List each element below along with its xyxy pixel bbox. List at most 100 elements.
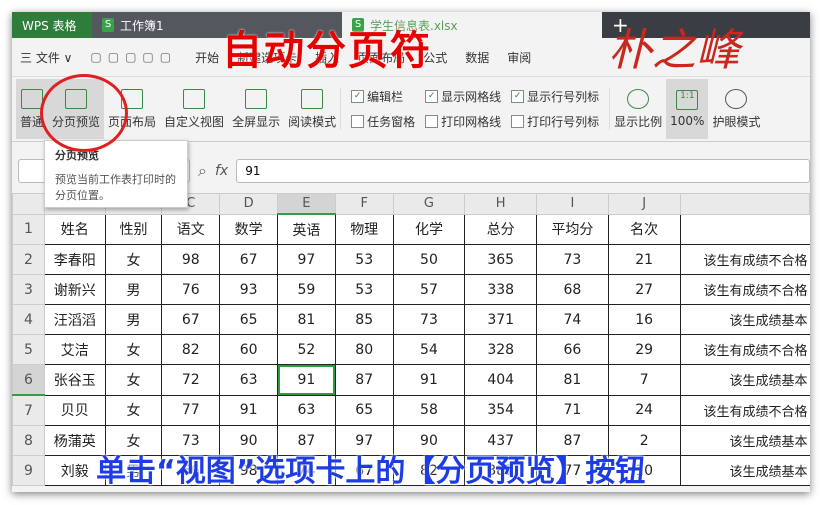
cell[interactable]: 63 <box>219 364 278 396</box>
cell[interactable]: 27 <box>607 274 681 305</box>
zoom-ratio-button[interactable]: 显示比例 <box>610 79 666 139</box>
cell[interactable]: 该生有成绩不合格 <box>679 244 810 275</box>
cell[interactable]: 女 <box>104 364 163 396</box>
checkbox-print-gridlines[interactable]: 打印网格线 <box>425 113 501 130</box>
column-header[interactable]: I <box>536 193 609 215</box>
checkbox-headings[interactable]: ✓ 显示行号列标 <box>511 88 599 105</box>
cell[interactable]: 平均分 <box>536 213 609 245</box>
column-header[interactable] <box>679 193 810 215</box>
cell[interactable]: 24 <box>607 394 681 426</box>
cell[interactable]: 女 <box>104 394 163 426</box>
cell[interactable]: 365 <box>464 244 538 275</box>
menu-home[interactable]: 开始 <box>195 49 219 66</box>
menu-review[interactable]: 审阅 <box>507 49 531 66</box>
checkbox[interactable] <box>351 115 365 128</box>
row-header[interactable]: 8 <box>12 425 45 456</box>
fullscreen-button[interactable]: 全屏显示 <box>228 79 284 139</box>
checkbox[interactable] <box>511 115 525 128</box>
cell[interactable]: 姓名 <box>43 213 106 245</box>
cell[interactable]: 化学 <box>392 213 466 245</box>
checkbox[interactable]: ✓ <box>425 90 439 103</box>
checkbox-task-pane[interactable]: 任务窗格 <box>351 113 415 130</box>
cell[interactable]: 贝贝 <box>43 394 106 426</box>
reading-mode-button[interactable]: 阅读模式 <box>284 79 340 139</box>
cell[interactable]: 男 <box>104 304 163 335</box>
row-header[interactable]: 5 <box>12 334 45 365</box>
cell[interactable]: 60 <box>219 334 278 365</box>
cell[interactable]: 该生有成绩不合格 <box>679 394 810 426</box>
column-header[interactable]: D <box>219 193 278 215</box>
cell[interactable]: 91 <box>392 364 466 396</box>
cell[interactable]: 英语 <box>277 213 336 245</box>
cell[interactable]: 50 <box>392 244 466 275</box>
cell[interactable]: 73 <box>392 304 466 335</box>
row-header[interactable]: 3 <box>12 274 45 305</box>
cell[interactable]: 63 <box>277 394 336 426</box>
cell[interactable]: 97 <box>277 244 336 275</box>
cell[interactable]: 59 <box>277 274 336 305</box>
cell[interactable]: 艾洁 <box>43 334 106 365</box>
row-header[interactable]: 6 <box>12 364 45 396</box>
cell[interactable]: 29 <box>607 334 681 365</box>
zoom-search-icon[interactable]: ⌕ <box>198 161 207 181</box>
cell[interactable]: 74 <box>536 304 609 335</box>
fx-icon[interactable]: fx <box>215 163 228 179</box>
cell[interactable]: 67 <box>219 244 278 275</box>
cell[interactable]: 65 <box>219 304 278 335</box>
checkbox[interactable] <box>425 115 439 128</box>
cell[interactable]: 82 <box>161 334 221 365</box>
cell[interactable]: 98 <box>161 244 221 275</box>
checkbox[interactable]: ✓ <box>511 90 525 103</box>
cell[interactable]: 328 <box>464 334 538 365</box>
cell[interactable]: 女 <box>104 244 163 275</box>
checkbox-gridlines[interactable]: ✓ 显示网格线 <box>425 88 501 105</box>
checkbox[interactable]: ✓ <box>351 90 365 103</box>
cell[interactable]: 91 <box>219 394 278 426</box>
cell[interactable]: 语文 <box>161 213 221 245</box>
checkbox-formula-bar[interactable]: ✓ 编辑栏 <box>351 88 415 105</box>
select-all[interactable] <box>12 193 45 215</box>
cell[interactable]: 该生有成绩不合格 <box>679 274 810 305</box>
cell[interactable] <box>679 213 810 245</box>
cell[interactable]: 91 <box>277 364 336 396</box>
custom-view-button[interactable]: 自定义视图 <box>160 79 228 139</box>
cell[interactable]: 该生成绩基本 <box>679 304 810 335</box>
menu-data[interactable]: 数据 <box>465 49 489 66</box>
quick-access-icons[interactable]: ▢▢▢▢▢ <box>90 50 177 64</box>
tab-wps[interactable]: WPS 表格 <box>12 12 92 38</box>
cell[interactable]: 该生成绩基本 <box>679 364 810 396</box>
cell[interactable]: 该生成绩基本 <box>679 425 810 456</box>
cell[interactable]: 张谷玉 <box>43 364 106 396</box>
cell[interactable]: 57 <box>392 274 466 305</box>
row-header[interactable]: 9 <box>12 455 45 486</box>
cell[interactable]: 77 <box>161 394 221 426</box>
cell[interactable]: 李春阳 <box>43 244 106 275</box>
cell[interactable]: 73 <box>536 244 609 275</box>
cell[interactable]: 354 <box>464 394 538 426</box>
column-header[interactable]: F <box>334 193 394 215</box>
cell[interactable]: 87 <box>334 364 394 396</box>
checkbox-print-headings[interactable]: 打印行号列标 <box>511 113 599 130</box>
cell[interactable]: 93 <box>219 274 278 305</box>
eye-protection-button[interactable]: 护眼模式 <box>708 79 764 139</box>
cell[interactable]: 68 <box>536 274 609 305</box>
cell[interactable]: 谢新兴 <box>43 274 106 305</box>
cell[interactable]: 名次 <box>607 213 681 245</box>
menu-file[interactable]: 三 文件 ∨ <box>20 49 72 66</box>
row-header[interactable]: 4 <box>12 304 45 335</box>
cell[interactable]: 性别 <box>104 213 163 245</box>
cell[interactable]: 52 <box>277 334 336 365</box>
cell[interactable]: 85 <box>334 304 394 335</box>
cell[interactable]: 80 <box>334 334 394 365</box>
cell[interactable]: 66 <box>536 334 609 365</box>
cell[interactable]: 53 <box>334 274 394 305</box>
cell[interactable]: 总分 <box>464 213 538 245</box>
cell[interactable]: 81 <box>277 304 336 335</box>
cell[interactable]: 男 <box>104 274 163 305</box>
column-header[interactable]: E <box>277 193 336 215</box>
cell[interactable]: 65 <box>334 394 394 426</box>
cell[interactable]: 81 <box>536 364 609 396</box>
cell[interactable]: 数学 <box>219 213 278 245</box>
cell[interactable]: 72 <box>161 364 221 396</box>
cell[interactable]: 物理 <box>334 213 394 245</box>
